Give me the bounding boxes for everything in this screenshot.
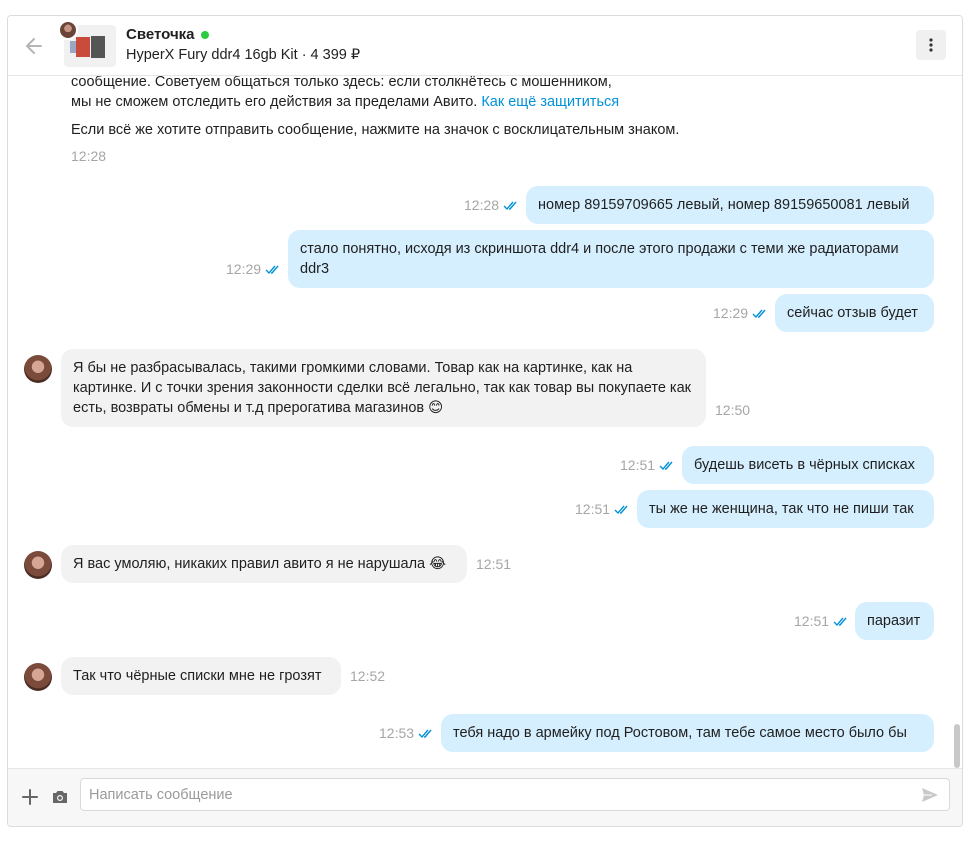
attach-button[interactable]	[20, 787, 40, 807]
online-indicator	[200, 31, 209, 40]
message-bubble[interactable]: Я бы не разбрасывалась, такими громкими …	[61, 349, 706, 427]
composer	[8, 768, 962, 826]
message-bubble[interactable]: паразит	[855, 602, 934, 640]
message-time: 12:52	[350, 668, 386, 684]
message-time: 12:50	[715, 402, 751, 418]
system-warning-text: мы не сможем отследить его действия за п…	[71, 94, 478, 110]
message-bubble[interactable]: Я вас умоляю, никаких правил авито я не …	[61, 545, 467, 583]
message-time: 12:51	[620, 457, 656, 473]
product-title-price[interactable]: HyperX Fury ddr4 16gb Kit · 4 399 ₽	[126, 47, 360, 63]
sender-avatar[interactable]	[24, 663, 52, 691]
more-menu-button[interactable]	[916, 30, 946, 60]
double-check-icon	[418, 729, 432, 739]
message-bubble[interactable]: тебя надо в армейку под Ростовом, там те…	[441, 714, 934, 752]
message-bubble[interactable]: Так что чёрные списки мне не грозят	[61, 657, 341, 695]
double-check-icon	[833, 617, 847, 627]
double-check-icon	[265, 265, 279, 275]
message-time: 12:51	[794, 613, 830, 629]
kebab-menu-icon	[929, 38, 933, 52]
double-check-icon	[752, 309, 766, 319]
message-time: 12:28	[464, 197, 500, 213]
message-time: 12:29	[226, 261, 262, 277]
back-button[interactable]	[22, 34, 46, 58]
message-bubble[interactable]: сейчас отзыв будет	[775, 294, 934, 332]
message-meta: 12:51	[794, 613, 849, 629]
seller-avatar[interactable]	[58, 20, 78, 40]
message-meta: 12:29	[226, 261, 281, 277]
system-message-time: 12:28	[71, 148, 107, 164]
message-bubble[interactable]: номер 89159709665 левый, номер 891596500…	[526, 186, 934, 224]
seller-name[interactable]: Светочка	[126, 26, 195, 43]
message-time: 12:29	[713, 305, 749, 321]
system-warning-line-1: сообщение. Советуем общаться только здес…	[71, 76, 612, 90]
message-input[interactable]	[80, 778, 950, 811]
message-time: 12:51	[575, 501, 611, 517]
chat-header: Светочка HyperX Fury ddr4 16gb Kit · 4 3…	[8, 16, 962, 76]
message-meta: 12:51	[575, 501, 630, 517]
message-meta: 12:29	[713, 305, 768, 321]
scrollbar-thumb[interactable]	[954, 724, 960, 768]
double-check-icon	[659, 461, 673, 471]
message-meta: 12:53	[379, 725, 434, 741]
chat-window: Светочка HyperX Fury ddr4 16gb Kit · 4 3…	[7, 15, 963, 827]
message-bubble[interactable]: ты же не женщина, так что не пиши так	[637, 490, 934, 528]
back-arrow-icon	[26, 38, 42, 54]
message-bubble[interactable]: стало понятно, исходя из скриншота ddr4 …	[288, 230, 934, 288]
system-warning-line-3: Если всё же хотите отправить сообщение, …	[71, 122, 680, 138]
sender-avatar[interactable]	[24, 355, 52, 383]
plus-icon	[22, 789, 38, 805]
photo-button[interactable]	[50, 787, 70, 807]
double-check-icon	[503, 201, 517, 211]
send-button[interactable]	[920, 785, 940, 805]
message-meta: 12:28	[464, 197, 519, 213]
double-check-icon	[614, 505, 628, 515]
safety-link[interactable]: Как ещё защититься	[481, 94, 619, 110]
system-warning-line-2: мы не сможем отследить его действия за п…	[71, 93, 619, 112]
message-list[interactable]: сообщение. Советуем общаться только здес…	[8, 76, 962, 770]
camera-icon	[53, 791, 67, 803]
message-bubble[interactable]: будешь висеть в чёрных списках	[682, 446, 934, 484]
seller-name-row[interactable]: Светочка	[126, 26, 209, 43]
message-time: 12:53	[379, 725, 415, 741]
message-meta: 12:51	[620, 457, 675, 473]
send-icon	[922, 788, 938, 802]
message-time: 12:51	[476, 556, 512, 572]
sender-avatar[interactable]	[24, 551, 52, 579]
